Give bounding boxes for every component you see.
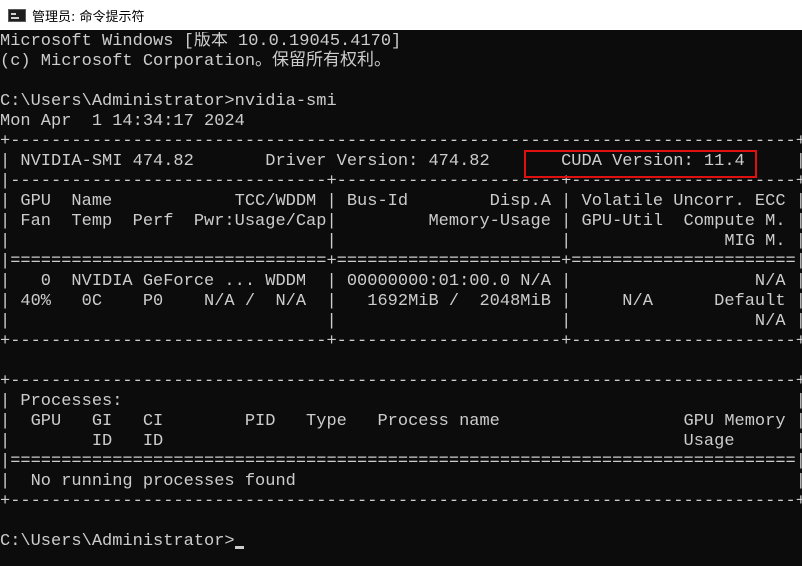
- console-line: | | | N/A |: [0, 312, 802, 331]
- console-line: Mon Apr 1 14:34:17 2024: [0, 112, 245, 131]
- console-line: | 0 NVIDIA GeForce ... WDDM | 00000000:0…: [0, 272, 802, 291]
- console-line: | 40% 0C P0 N/A / N/A | 1692MiB / 2048Mi…: [0, 292, 802, 311]
- console-line: |=======================================…: [0, 452, 802, 471]
- console-line: | | | MIG M. |: [0, 232, 802, 251]
- console-line: C:\Users\Administrator>nvidia-smi: [0, 92, 337, 111]
- console-line: +---------------------------------------…: [0, 492, 802, 511]
- console-line: +---------------------------------------…: [0, 372, 802, 391]
- console-line: | Processes: |: [0, 392, 802, 411]
- cmd-window: 管理员: 命令提示符 Microsoft Windows [版本 10.0.19…: [0, 0, 802, 566]
- console-line: |===============================+=======…: [0, 252, 802, 271]
- cmd-console-icon: [8, 8, 26, 22]
- console-line: | ID ID Usage |: [0, 432, 802, 451]
- console-line: Microsoft Windows [版本 10.0.19045.4170]: [0, 32, 402, 51]
- console-output[interactable]: Microsoft Windows [版本 10.0.19045.4170] (…: [0, 32, 802, 566]
- title-bar[interactable]: 管理员: 命令提示符: [0, 0, 802, 30]
- console-line: (c) Microsoft Corporation。保留所有权利。: [0, 52, 392, 71]
- prompt-line[interactable]: C:\Users\Administrator>: [0, 532, 802, 552]
- console-line: | No running processes found |: [0, 472, 802, 491]
- window-title: 管理员: 命令提示符: [32, 9, 145, 25]
- console-line: | Fan Temp Perf Pwr:Usage/Cap| Memory-Us…: [0, 212, 802, 231]
- console-line: +---------------------------------------…: [0, 132, 802, 151]
- cuda-version-highlight: [524, 150, 757, 178]
- prompt-text: C:\Users\Administrator>: [0, 532, 235, 551]
- text-cursor: [234, 546, 244, 549]
- console-line: +-------------------------------+-------…: [0, 332, 802, 351]
- console-line: | GPU Name TCC/WDDM | Bus-Id Disp.A | Vo…: [0, 192, 802, 211]
- console-line: | GPU GI CI PID Type Process name GPU Me…: [0, 412, 802, 431]
